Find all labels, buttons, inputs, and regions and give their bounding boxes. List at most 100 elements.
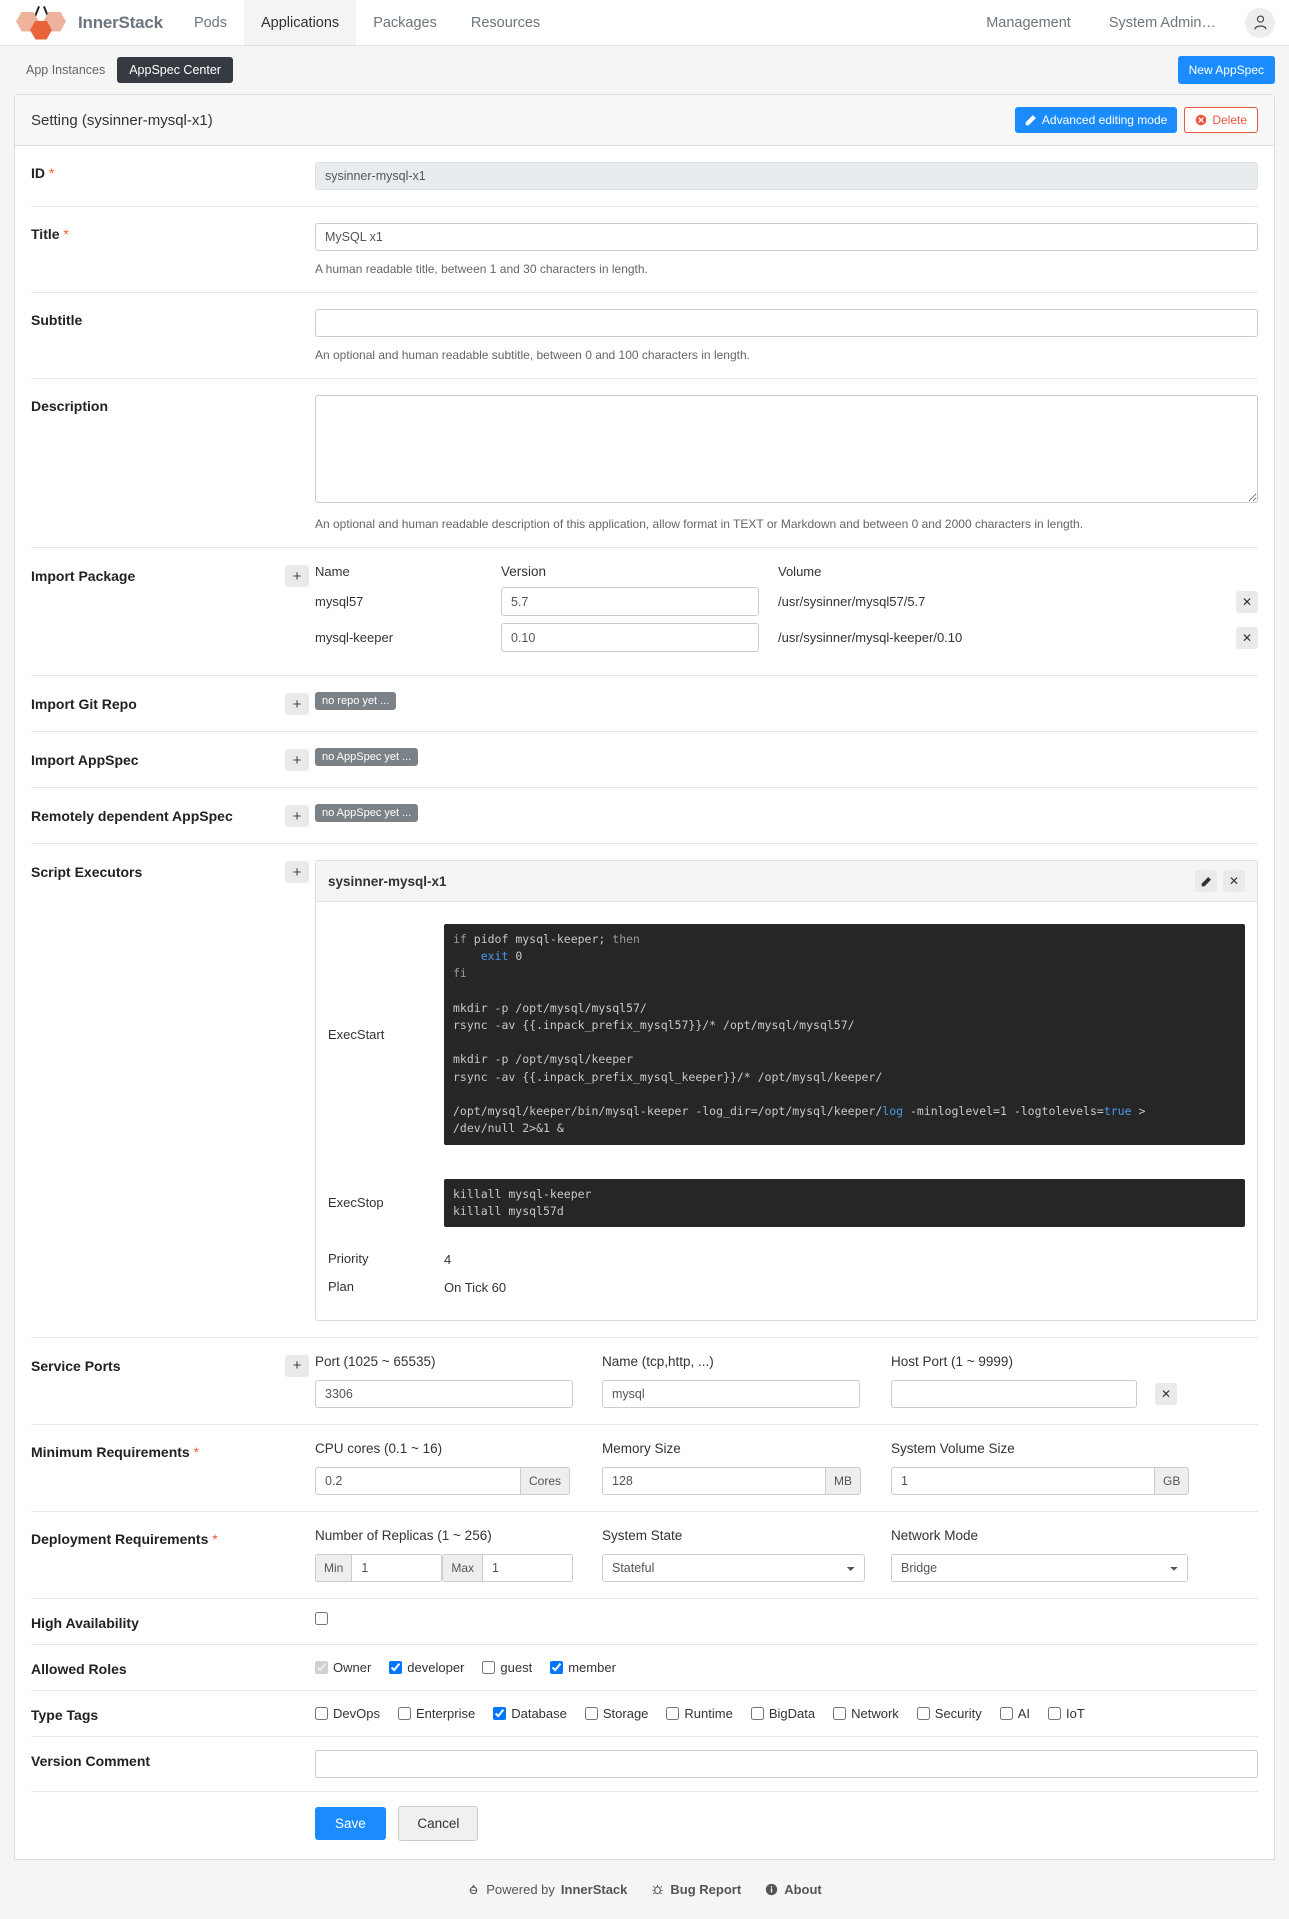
edit-executor-button[interactable] [1195, 870, 1217, 892]
description-help: An optional and human readable descripti… [315, 517, 1084, 531]
tag-enterprise-label: Enterprise [415, 1705, 476, 1721]
label-script-executors: Script Executors [31, 864, 143, 880]
role-guest-checkbox[interactable] [482, 1660, 496, 1674]
nav-item-packages[interactable]: Packages [356, 0, 454, 45]
nav-item-pods[interactable]: Pods [177, 0, 244, 45]
memory-unit: MB [826, 1466, 861, 1495]
row-subtitle: Subtitle An optional and human readable … [31, 293, 1258, 379]
min-req-headers: CPU cores (0.1 ~ 16) Memory Size System … [315, 1441, 1258, 1467]
exec-start-code[interactable]: if pidof mysql-keeper; then exit 0 fi mk… [444, 923, 1245, 1145]
title-input[interactable] [315, 223, 1258, 251]
role-owner[interactable]: Owner [315, 1660, 371, 1675]
tab-app-instances[interactable]: App Instances [14, 57, 117, 83]
label-remote-appspec: Remotely dependent AppSpec [31, 808, 233, 824]
tag-enterprise[interactable]: Enterprise [397, 1705, 476, 1721]
cpu-cores-input[interactable] [315, 1466, 521, 1495]
role-guest[interactable]: guest [482, 1660, 532, 1675]
header-name: Name [315, 564, 350, 579]
replicas-min-input[interactable] [351, 1553, 443, 1582]
tag-security-checkbox[interactable] [916, 1706, 930, 1720]
tag-bigdata-checkbox[interactable] [750, 1706, 764, 1720]
replicas-max-input[interactable] [482, 1553, 574, 1582]
advanced-editing-mode-button[interactable]: Advanced editing mode [1014, 107, 1178, 133]
row-remote-appspec: Remotely dependent AppSpec + no AppSpec … [31, 788, 1258, 844]
role-owner-checkbox[interactable] [315, 1660, 328, 1674]
tag-devops[interactable]: DevOps [315, 1706, 380, 1721]
nav-item-management[interactable]: Management [969, 15, 1088, 31]
tag-storage-checkbox[interactable] [584, 1706, 598, 1720]
tag-bigdata[interactable]: BigData [750, 1706, 815, 1721]
tag-enterprise-checkbox[interactable] [397, 1706, 411, 1720]
add-remote-appspec-button[interactable]: + [285, 805, 309, 827]
tag-security[interactable]: Security [916, 1706, 982, 1721]
tag-database-checkbox[interactable] [493, 1706, 507, 1720]
cpu-cores-label: CPU cores (0.1 ~ 16) [315, 1440, 443, 1456]
add-appspec-button[interactable]: + [285, 749, 309, 771]
version-comment-input[interactable] [315, 1749, 1258, 1778]
cancel-button[interactable]: Cancel [398, 1805, 479, 1841]
user-icon [1253, 15, 1267, 30]
field-description: An optional and human readable descripti… [315, 395, 1258, 531]
brand-logo[interactable]: InnerStack [0, 0, 177, 45]
delete-button[interactable]: Delete [1184, 107, 1258, 133]
nav-item-system-admin[interactable]: System Admin… [1092, 15, 1233, 31]
script-executor-card: sysinner-mysql-x1 ✕ ExecStart if pidof m… [315, 860, 1258, 1321]
add-script-executor-button[interactable]: + [285, 861, 309, 883]
save-button[interactable]: Save [315, 1806, 386, 1840]
header-volume: Volume [778, 564, 822, 579]
role-member-checkbox[interactable] [550, 1660, 564, 1674]
label-import-package: Import Package [31, 568, 136, 584]
new-appspec-button[interactable]: New AppSpec [1177, 56, 1275, 84]
nav-item-resources[interactable]: Resources [454, 0, 557, 45]
port-input[interactable] [315, 1379, 573, 1408]
exec-stop-code[interactable]: killall mysql-keeper killall mysql57d [444, 1178, 1245, 1227]
tag-runtime[interactable]: Runtime [666, 1706, 733, 1721]
port-name-input[interactable] [602, 1379, 860, 1408]
remove-package-button[interactable]: ✕ [1236, 626, 1258, 649]
tag-storage[interactable]: Storage [584, 1705, 649, 1721]
script-executor-body: ExecStart if pidof mysql-keeper; then ex… [316, 902, 1257, 1320]
package-version-input[interactable] [501, 587, 759, 616]
host-port-input[interactable] [891, 1379, 1137, 1408]
id-input[interactable] [315, 162, 1258, 190]
tag-devops-checkbox[interactable] [315, 1706, 328, 1720]
remove-executor-button[interactable]: ✕ [1223, 870, 1245, 892]
memory-size-input[interactable] [602, 1466, 826, 1495]
add-git-repo-button[interactable]: + [285, 693, 309, 715]
innerstack-bee-logo-icon [16, 5, 66, 40]
tag-ai-checkbox[interactable] [999, 1706, 1013, 1720]
role-member[interactable]: member [550, 1660, 616, 1675]
nav-item-applications[interactable]: Applications [244, 0, 357, 45]
tag-network[interactable]: Network [833, 1706, 899, 1721]
role-developer[interactable]: developer [389, 1660, 464, 1675]
system-volume-size-input[interactable] [891, 1466, 1155, 1495]
label-subtitle: Subtitle [31, 312, 83, 328]
avatar[interactable] [1245, 7, 1275, 38]
tag-runtime-checkbox[interactable] [666, 1706, 680, 1720]
add-import-package-button[interactable]: + [285, 565, 309, 587]
high-availability-checkbox[interactable] [315, 1611, 328, 1625]
label-id: ID * [31, 162, 315, 181]
system-state-select[interactable]: Stateful [602, 1553, 865, 1582]
field-type-tags: DevOps Enterprise Database Storage Runti… [315, 1704, 1258, 1721]
tab-appspec-center[interactable]: AppSpec Center [117, 57, 233, 83]
add-service-port-button[interactable]: + [285, 1354, 309, 1377]
description-textarea[interactable] [315, 395, 1258, 503]
subtitle-input[interactable] [315, 309, 1258, 337]
required-marker: * [48, 165, 55, 181]
network-mode-select[interactable]: Bridge [891, 1553, 1188, 1582]
role-developer-checkbox[interactable] [389, 1660, 403, 1674]
bug-report-link[interactable]: Bug Report [651, 1882, 741, 1897]
remove-service-port-button[interactable]: ✕ [1155, 1382, 1177, 1405]
tag-iot[interactable]: IoT [1048, 1706, 1085, 1721]
tag-iot-checkbox[interactable] [1048, 1706, 1062, 1720]
status-badge: no repo yet ... [315, 692, 397, 710]
tag-storage-label: Storage [602, 1705, 649, 1721]
about-link[interactable]: About [765, 1882, 822, 1897]
remove-package-button[interactable]: ✕ [1236, 590, 1258, 613]
package-version-input[interactable] [501, 623, 759, 652]
tag-database[interactable]: Database [493, 1706, 567, 1721]
tag-network-checkbox[interactable] [833, 1706, 847, 1720]
tag-ai[interactable]: AI [999, 1706, 1030, 1721]
priority-line: Priority 4 [328, 1250, 1245, 1267]
